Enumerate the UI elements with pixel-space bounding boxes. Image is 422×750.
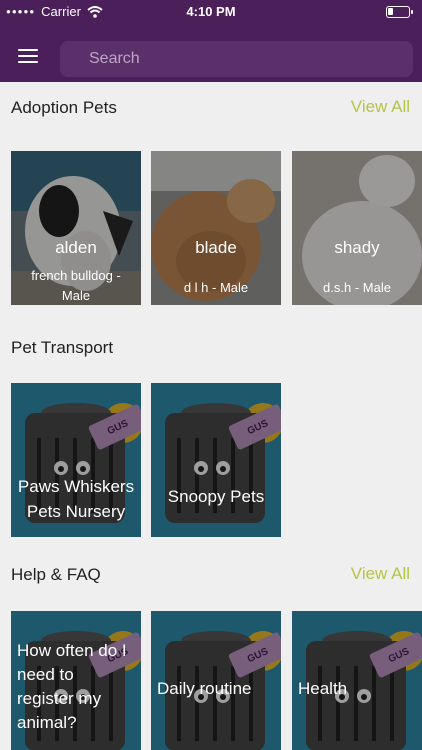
faq-question: How often do I need to register my anima… [17, 641, 127, 732]
section-title-adoption: Adoption Pets [11, 98, 117, 117]
section-title-transport: Pet Transport [11, 338, 114, 357]
transport-name: Paws Whiskers Pets Nursery [17, 477, 135, 521]
faq-card-register[interactable]: GUS How often do I need to register my a… [11, 611, 141, 750]
pet-detail: d.s.h - Male [323, 280, 391, 295]
transport-name: Snoopy Pets [167, 487, 265, 506]
transport-card-snoopy[interactable]: GUS Snoopy Pets [151, 383, 281, 537]
view-all-help-link[interactable]: View All [351, 564, 410, 584]
search-input[interactable] [60, 41, 413, 77]
pet-name: alden [55, 238, 97, 257]
pet-detail: french bulldog - Male [31, 268, 121, 303]
pet-detail: d l h - Male [183, 280, 249, 295]
menu-icon[interactable] [18, 49, 38, 65]
pet-card-alden[interactable]: alden french bulldog - Male [11, 151, 141, 305]
section-title-help: Help & FAQ [11, 565, 101, 584]
status-bar: ●●●●● Carrier 4:10 PM [0, 0, 422, 24]
pet-name: shady [334, 238, 380, 257]
faq-question: Health [298, 679, 348, 698]
faq-card-health[interactable]: GUS Health [292, 611, 422, 750]
clock: 4:10 PM [186, 4, 236, 19]
battery-icon [386, 6, 413, 18]
search-bar[interactable] [60, 41, 413, 77]
nav-bar [0, 24, 422, 82]
pet-card-blade[interactable]: blade d l h - Male [151, 151, 281, 305]
pet-name: blade [195, 238, 237, 257]
faq-question: Daily routine [157, 679, 252, 698]
pet-card-shady[interactable]: shady d.s.h - Male [292, 151, 422, 305]
faq-card-daily-routine[interactable]: GUS Daily routine [151, 611, 281, 750]
transport-card-paws-whiskers[interactable]: GUS Paws Whiskers Pets Nursery [11, 383, 141, 537]
view-all-adoption-link[interactable]: View All [351, 97, 410, 117]
